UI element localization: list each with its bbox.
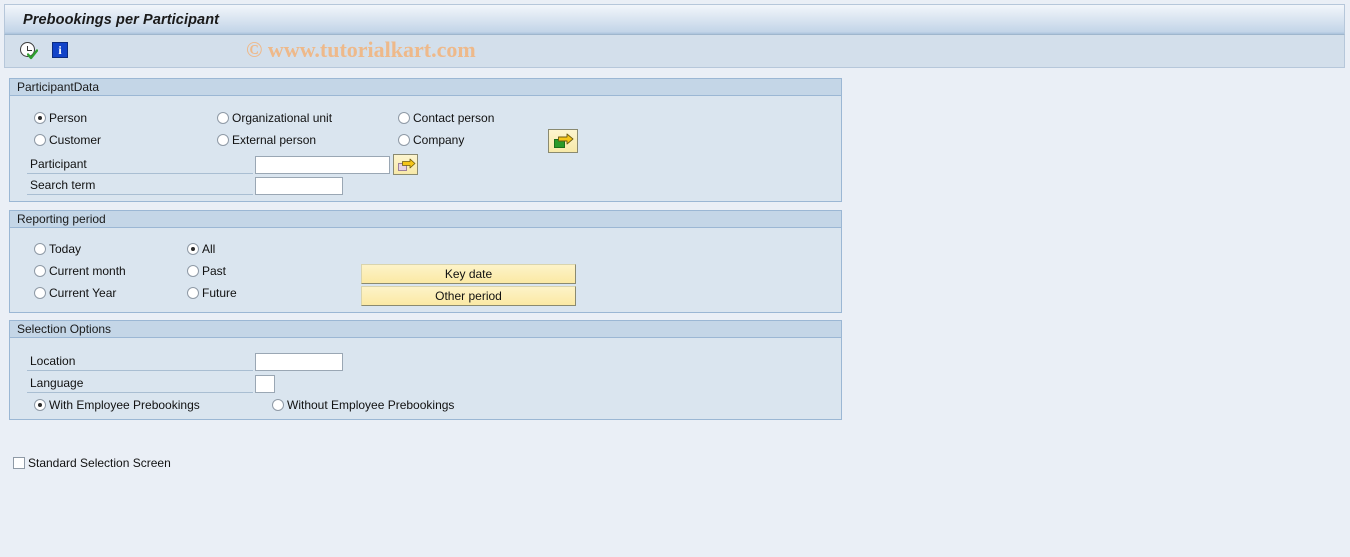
- participant-input[interactable]: [255, 155, 390, 174]
- radio-without-employee-prebookings[interactable]: Without Employee Prebookings: [272, 398, 454, 412]
- location-label: Location: [27, 352, 253, 371]
- radio-future-label: Future: [202, 286, 237, 300]
- radio-person[interactable]: Person: [34, 111, 87, 125]
- selection-options-panel: Selection Options Location Language With…: [9, 320, 842, 420]
- radio-contact-person[interactable]: Contact person: [398, 111, 494, 125]
- reporting-period-panel-header: Reporting period: [10, 211, 841, 228]
- radio-all-input[interactable]: [187, 243, 199, 255]
- radio-customer-input[interactable]: [34, 134, 46, 146]
- window-title-bar: Prebookings per Participant: [4, 4, 1345, 35]
- radio-person-label: Person: [49, 111, 88, 125]
- radio-today[interactable]: Today: [34, 242, 81, 256]
- language-field-row: Language: [27, 374, 275, 393]
- location-field-row: Location: [27, 352, 343, 371]
- selection-options-panel-header: Selection Options: [10, 321, 841, 338]
- info-glyph: i: [58, 43, 62, 57]
- standard-selection-screen-label: Standard Selection Screen: [28, 456, 171, 470]
- standard-selection-screen-checkbox[interactable]: [13, 457, 25, 469]
- radio-all[interactable]: All: [187, 242, 215, 256]
- radio-with-employee-prebookings-label: With Employee Prebookings: [49, 398, 200, 412]
- radio-external-person-label: External person: [232, 133, 317, 147]
- participant-data-panel: ParticipantData Person Organizational un…: [9, 78, 842, 202]
- radio-organizational-unit-label: Organizational unit: [232, 111, 333, 125]
- radio-company-input[interactable]: [398, 134, 410, 146]
- location-input[interactable]: [255, 352, 343, 371]
- radio-current-year-input[interactable]: [34, 287, 46, 299]
- participant-field-row: Participant: [27, 154, 418, 175]
- radio-organizational-unit-input[interactable]: [217, 112, 229, 124]
- radio-current-month[interactable]: Current month: [34, 264, 126, 278]
- arrow-right-icon: [558, 133, 574, 145]
- language-input[interactable]: [255, 374, 275, 393]
- reporting-period-panel: Reporting period Today Current month Cur…: [9, 210, 842, 313]
- radio-today-input[interactable]: [34, 243, 46, 255]
- search-term-label: Search term: [27, 176, 253, 195]
- radio-customer[interactable]: Customer: [34, 133, 101, 147]
- radio-current-year[interactable]: Current Year: [34, 286, 116, 300]
- radio-past[interactable]: Past: [187, 264, 226, 278]
- radio-organizational-unit[interactable]: Organizational unit: [217, 111, 332, 125]
- green-check-icon: [27, 49, 38, 60]
- info-badge: i: [52, 42, 68, 58]
- radio-future-input[interactable]: [187, 287, 199, 299]
- participant-data-panel-header: ParticipantData: [10, 79, 841, 96]
- reporting-period-panel-title: Reporting period: [17, 212, 106, 226]
- entity-select-button[interactable]: [548, 129, 578, 153]
- radio-contact-person-input[interactable]: [398, 112, 410, 124]
- sap-selection-screen: Prebookings per Participant i © www.tuto…: [0, 0, 1350, 557]
- participant-data-panel-title: ParticipantData: [17, 80, 100, 94]
- other-period-button[interactable]: Other period: [361, 286, 576, 306]
- radio-customer-label: Customer: [49, 133, 102, 147]
- radio-today-label: Today: [49, 242, 82, 256]
- radio-without-employee-prebookings-label: Without Employee Prebookings: [287, 398, 455, 412]
- key-date-button[interactable]: Key date: [361, 264, 576, 284]
- radio-past-input[interactable]: [187, 265, 199, 277]
- selection-options-panel-title: Selection Options: [17, 322, 112, 336]
- radio-current-month-label: Current month: [49, 264, 126, 278]
- participant-value-help-button[interactable]: [393, 154, 418, 175]
- language-label: Language: [27, 374, 253, 393]
- radio-external-person-input[interactable]: [217, 134, 229, 146]
- participant-label: Participant: [27, 155, 253, 174]
- search-term-input[interactable]: [255, 176, 343, 195]
- search-term-field-row: Search term: [27, 176, 343, 195]
- page-title: Prebookings per Participant: [23, 11, 220, 28]
- radio-past-label: Past: [202, 264, 227, 278]
- radio-future[interactable]: Future: [187, 286, 237, 300]
- radio-company-label: Company: [413, 133, 465, 147]
- radio-without-employee-prebookings-input[interactable]: [272, 399, 284, 411]
- radio-external-person[interactable]: External person: [217, 133, 316, 147]
- radio-with-employee-prebookings-input[interactable]: [34, 399, 46, 411]
- arrow-right-icon: [402, 158, 416, 169]
- radio-with-employee-prebookings[interactable]: With Employee Prebookings: [34, 398, 200, 412]
- radio-person-input[interactable]: [34, 112, 46, 124]
- application-toolbar: i: [4, 35, 1345, 68]
- watermark-text: © www.tutorialkart.com: [246, 37, 476, 62]
- standard-selection-screen-row[interactable]: Standard Selection Screen: [13, 456, 171, 470]
- radio-company[interactable]: Company: [398, 133, 464, 147]
- radio-all-label: All: [202, 242, 216, 256]
- radio-contact-person-label: Contact person: [413, 111, 495, 125]
- execute-icon[interactable]: [20, 42, 38, 60]
- radio-current-year-label: Current Year: [49, 286, 117, 300]
- radio-current-month-input[interactable]: [34, 265, 46, 277]
- information-icon[interactable]: i: [52, 42, 70, 60]
